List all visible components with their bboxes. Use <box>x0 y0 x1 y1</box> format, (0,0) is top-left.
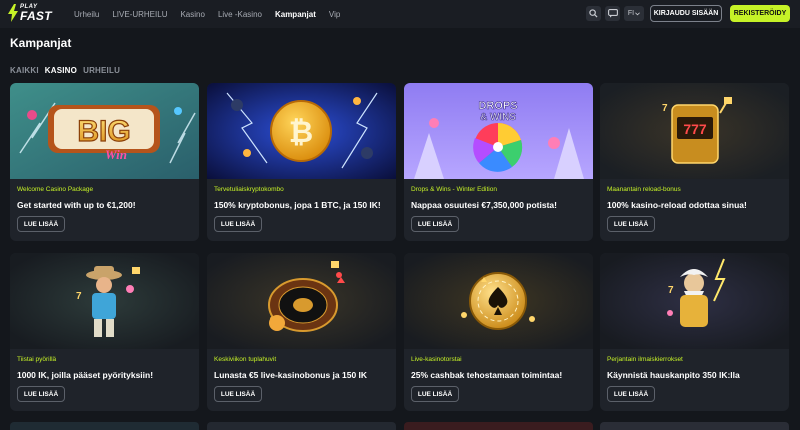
promo-tag: Live-kasinotorstai <box>411 356 462 363</box>
svg-text:7: 7 <box>668 285 674 296</box>
read-more-button[interactable]: LUE LISÄÄ <box>214 386 262 402</box>
promo-tag: Welcome Casino Package <box>17 186 94 193</box>
promo-title: Nappaa osuutesi €7,350,000 potista! <box>411 200 557 210</box>
promo-title: 100% kasino-reload odottaa sinua! <box>607 200 747 210</box>
search-icon <box>589 9 598 18</box>
read-more-button[interactable]: LUE LISÄÄ <box>411 386 459 402</box>
promo-image-drops-wins: DROPS & WINS <box>404 83 593 179</box>
partial-card <box>10 422 199 430</box>
partial-card <box>404 422 593 430</box>
promo-card-live-thursday[interactable]: Live-kasinotorstai 25% cashbak tehostama… <box>404 253 593 411</box>
logo-fast-text: FAST <box>20 9 52 23</box>
read-more-button[interactable]: LUE LISÄÄ <box>607 386 655 402</box>
promo-card-friday-freespins[interactable]: 7 Perjantain ilmaiskierrokset Käynnistä … <box>600 253 789 411</box>
logo-text: PLAY FAST <box>20 4 52 22</box>
svg-text:777: 777 <box>683 121 707 137</box>
main-nav: Urheilu LIVE-URHEILU Kasino Live -Kasino… <box>74 0 340 28</box>
promo-tag: Tervetuliaiskryptokombo <box>214 186 284 193</box>
nav-item-live-urheilu[interactable]: LIVE-URHEILU <box>112 10 167 19</box>
nav-item-urheilu[interactable]: Urheilu <box>74 10 99 19</box>
promo-title: Lunasta €5 live-kasinobonus ja 150 IK <box>214 370 368 380</box>
promo-card-monday-reload[interactable]: 777 7 Maanantain reload-bonus 100% kasin… <box>600 83 789 241</box>
promo-card-wednesday-double[interactable]: Keskiviikon tuplahuvit Lunasta €5 live-k… <box>207 253 396 411</box>
svg-text:₿: ₿ <box>289 116 313 149</box>
big-win-art-sub: Win <box>105 147 127 162</box>
language-code: FI <box>627 10 635 17</box>
promo-card-tuesday-spins[interactable]: 7 Tiistai pyörillä 1000 IK, joilla pääse… <box>10 253 199 411</box>
nav-item-kasino[interactable]: Kasino <box>180 10 204 19</box>
promo-image-zeus: 7 <box>600 253 789 349</box>
promo-title: 1000 IK, joilla pääset pyörityksiin! <box>17 370 154 380</box>
language-selector[interactable]: FI <box>624 6 644 21</box>
promo-image-big-win: BIG Win <box>10 83 199 179</box>
filter-tab-urheilu[interactable]: URHEILU <box>83 66 120 75</box>
read-more-button[interactable]: LUE LISÄÄ <box>17 216 65 232</box>
category-filter-tabs: KAIKKI KASINO URHEILU <box>10 66 120 75</box>
svg-text:7: 7 <box>662 103 668 114</box>
top-navigation-bar: PLAY FAST Urheilu LIVE-URHEILU Kasino Li… <box>0 0 800 28</box>
promo-image-slot-machine: 777 7 <box>600 83 789 179</box>
drops-wins-art-line1: DROPS <box>478 100 517 112</box>
page-title: Kampanjat <box>10 36 72 50</box>
drops-wins-art-line2: & WINS <box>480 112 516 123</box>
partial-card <box>207 422 396 430</box>
filter-tab-kaikki[interactable]: KAIKKI <box>10 66 39 75</box>
partial-card <box>600 422 789 430</box>
promo-image-cowboy: 7 <box>10 253 199 349</box>
lightning-bolt-icon <box>8 4 18 22</box>
chat-button[interactable] <box>605 6 620 21</box>
read-more-button[interactable]: LUE LISÄÄ <box>411 216 459 232</box>
search-button[interactable] <box>586 6 601 21</box>
login-button[interactable]: KIRJAUDU SISÄÄN <box>650 5 722 22</box>
chevron-down-icon <box>635 11 640 15</box>
promo-image-roulette <box>207 253 396 349</box>
promo-image-spade-chip <box>404 253 593 349</box>
promo-image-bitcoin: ₿ <box>207 83 396 179</box>
next-row-cards-partial <box>0 422 800 430</box>
nav-item-kampanjat[interactable]: Kampanjat <box>275 10 316 19</box>
promo-title: Käynnistä hauskanpito 350 IK:lla <box>607 370 740 380</box>
playfast-logo[interactable]: PLAY FAST <box>8 4 52 22</box>
promo-card-drops-wins[interactable]: DROPS & WINS Drops & Wins - Winter Editi… <box>404 83 593 241</box>
nav-item-live-kasino[interactable]: Live -Kasino <box>218 10 262 19</box>
promo-tag: Keskiviikon tuplahuvit <box>214 356 277 363</box>
read-more-button[interactable]: LUE LISÄÄ <box>17 386 65 402</box>
nav-item-vip[interactable]: Vip <box>329 10 340 19</box>
promo-card-crypto[interactable]: ₿ Tervetuliaiskryptokombo 150% kryptobon… <box>207 83 396 241</box>
promo-tag: Drops & Wins - Winter Edition <box>411 186 497 193</box>
filter-tab-kasino[interactable]: KASINO <box>45 66 77 75</box>
big-win-art-word: BIG <box>77 115 130 148</box>
promo-tag: Maanantain reload-bonus <box>607 186 681 193</box>
svg-text:7: 7 <box>76 291 82 302</box>
promo-title: 150% kryptobonus, jopa 1 BTC, ja 150 IK! <box>214 200 381 210</box>
read-more-button[interactable]: LUE LISÄÄ <box>607 216 655 232</box>
promo-title: 25% cashbak tehostamaan toimintaa! <box>411 370 563 380</box>
read-more-button[interactable]: LUE LISÄÄ <box>214 216 262 232</box>
promo-tag: Tiistai pyörillä <box>17 356 57 363</box>
register-button[interactable]: REKISTERÖIDY <box>730 5 790 22</box>
chat-icon <box>607 9 618 18</box>
promo-tag: Perjantain ilmaiskierrokset <box>607 356 683 363</box>
promo-title: Get started with up to €1,200! <box>17 200 136 210</box>
drops-wins-art-amp: & <box>480 112 487 123</box>
drops-wins-art-wins: WINS <box>490 112 516 123</box>
promo-card-welcome-casino[interactable]: BIG Win Welcome Casino Package Get start… <box>10 83 199 241</box>
